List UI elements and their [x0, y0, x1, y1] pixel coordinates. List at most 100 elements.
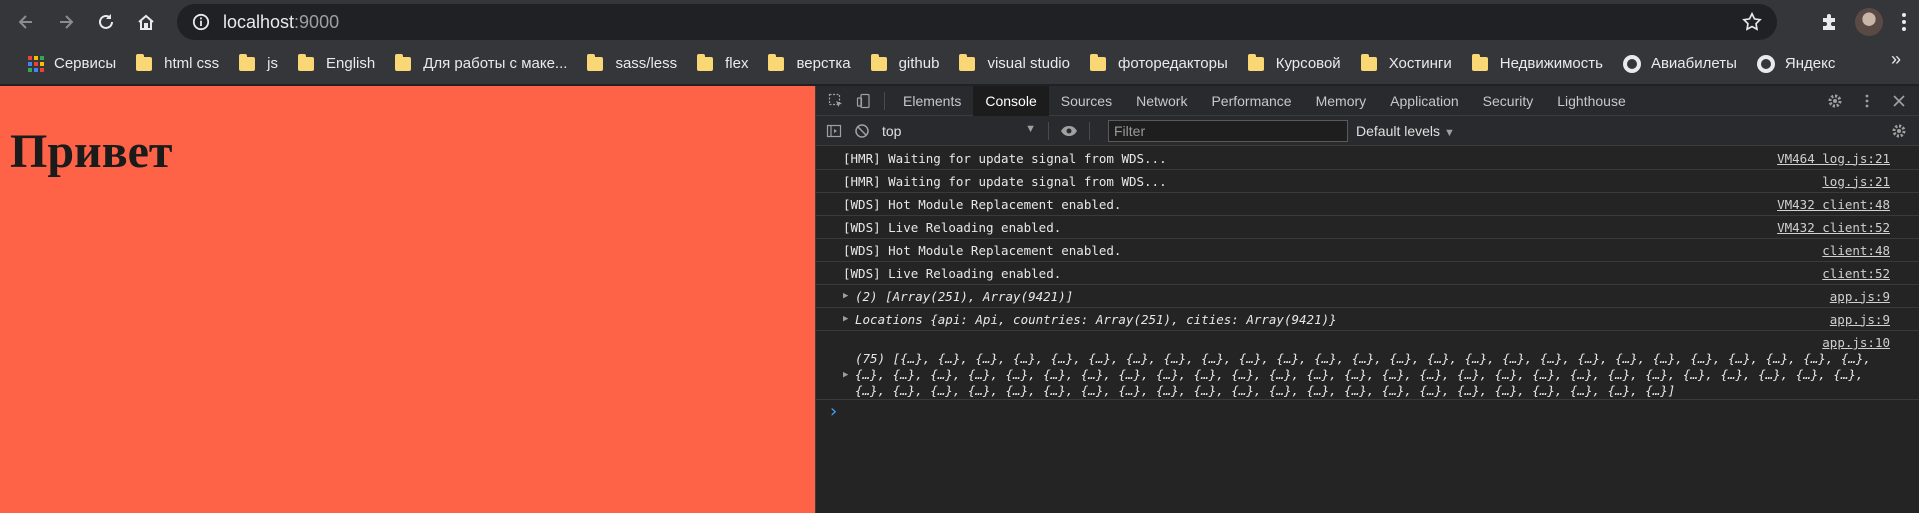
home-button[interactable]: [126, 2, 166, 42]
back-button[interactable]: [6, 2, 46, 42]
reload-icon: [99, 13, 113, 29]
folder-icon: [239, 53, 256, 71]
bookmark-item[interactable]: Для работы с маке...: [385, 49, 577, 79]
folder-icon: [1471, 53, 1488, 71]
log-levels-select[interactable]: Default levels ▼: [1356, 123, 1455, 139]
tab-application[interactable]: Application: [1378, 86, 1471, 116]
url-host: localhost: [223, 11, 295, 32]
console-prompt[interactable]: ›: [816, 400, 1919, 424]
bookmark-item[interactable]: github: [861, 49, 950, 79]
bookmark-label: Хостинги: [1388, 55, 1452, 72]
bookmark-item[interactable]: visual studio: [949, 49, 1080, 79]
console-source-link[interactable]: VM432 client:52: [1777, 220, 1890, 235]
console-source-link[interactable]: client:52: [1822, 266, 1890, 281]
tab-sources[interactable]: Sources: [1049, 86, 1124, 116]
folder-icon: [768, 53, 785, 71]
live-expression-eye-icon[interactable]: [1055, 116, 1083, 146]
folder-icon: [1089, 53, 1106, 71]
address-bar[interactable]: localhost:9000: [177, 4, 1777, 40]
console-message-text: [HMR] Waiting for update signal from WDS…: [843, 173, 1167, 189]
console-source-link[interactable]: VM432 client:48: [1777, 197, 1890, 212]
console-filter-input[interactable]: Filter: [1108, 119, 1348, 142]
devtools-close-icon[interactable]: [1885, 86, 1913, 116]
bookmark-star-icon[interactable]: [1741, 11, 1763, 33]
sidebar-toggle-icon[interactable]: [820, 116, 848, 146]
bookmark-item[interactable]: js: [229, 49, 288, 79]
expand-triangle-icon[interactable]: ▶: [843, 291, 848, 301]
bookmark-item[interactable]: Яндекс: [1747, 49, 1845, 79]
home-icon: [138, 14, 154, 30]
clear-console-icon[interactable]: [848, 116, 876, 146]
chrome-menu-icon[interactable]: [1889, 2, 1919, 42]
console-message: [WDS] Hot Module Replacement enabled. cli…: [816, 239, 1919, 262]
bookmark-item[interactable]: верстка: [758, 49, 860, 79]
expand-triangle-icon[interactable]: ▶: [843, 314, 848, 324]
console-source-link[interactable]: app.js:10: [1822, 335, 1890, 350]
tab-memory[interactable]: Memory: [1304, 86, 1379, 116]
console-message: [WDS] Live Reloading enabled. client:52: [816, 262, 1919, 285]
console-source-link[interactable]: app.js:9: [1830, 312, 1890, 327]
bookmark-item[interactable]: Курсовой: [1238, 49, 1351, 79]
folder-icon: [697, 53, 714, 71]
bookmark-label: visual studio: [987, 55, 1070, 72]
profile-avatar[interactable]: [1855, 7, 1883, 36]
console-message-text: [WDS] Hot Module Replacement enabled.: [843, 242, 1122, 258]
bookmark-item[interactable]: Сервисы: [18, 49, 126, 79]
folder-icon: [298, 53, 315, 71]
bookmark-item[interactable]: flex: [687, 49, 758, 79]
forward-button[interactable]: [46, 2, 86, 42]
console-message[interactable]: ▶ (2) [Array(251), Array(9421)] app.js:9: [816, 285, 1919, 308]
expand-triangle-icon[interactable]: ▶: [843, 370, 848, 380]
console-message: [WDS] Live Reloading enabled. VM432 clien…: [816, 216, 1919, 239]
context-value: top: [882, 122, 902, 139]
bookmark-item[interactable]: Хостинги: [1351, 49, 1462, 79]
console-message-text: [WDS] Hot Module Replacement enabled.: [843, 196, 1122, 212]
tab-performance[interactable]: Performance: [1199, 86, 1303, 116]
console-source-link[interactable]: client:48: [1822, 243, 1890, 258]
extensions-puzzle-icon[interactable]: [1809, 2, 1849, 42]
bookmark-label: Для работы с маке...: [423, 55, 568, 72]
bookmark-label: фоторедакторы: [1117, 55, 1228, 72]
arrow-right-icon: [60, 14, 74, 29]
url-text: localhost:9000: [223, 12, 339, 33]
folder-icon: [395, 53, 412, 71]
devtools-settings-gear-icon[interactable]: [1821, 86, 1849, 116]
console-source-link[interactable]: app.js:9: [1830, 289, 1890, 304]
tab-lighthouse[interactable]: Lighthouse: [1545, 86, 1638, 116]
bookmark-item[interactable]: sass/less: [577, 49, 687, 79]
console-settings-gear-icon[interactable]: [1885, 116, 1913, 146]
console-message-text: [HMR] Waiting for update signal from WDS…: [843, 150, 1167, 166]
tab-security[interactable]: Security: [1471, 86, 1546, 116]
bookmarks-more-button[interactable]: »: [1891, 49, 1901, 70]
bookmark-label: flex: [725, 55, 749, 72]
inspect-element-icon[interactable]: [822, 86, 850, 116]
console-message: [HMR] Waiting for update signal from WDS…: [816, 170, 1919, 193]
folder-icon: [1247, 53, 1264, 71]
bookmark-item[interactable]: English: [288, 49, 385, 79]
console-message[interactable]: ▶ Locations {api: Api, countries: Array(2…: [816, 308, 1919, 331]
context-select[interactable]: top ▼: [882, 123, 1042, 139]
console-filter-bar: top ▼ Filter Default levels ▼: [816, 116, 1919, 146]
reload-button[interactable]: [86, 2, 126, 42]
tab-elements[interactable]: Elements: [891, 86, 973, 116]
console-message-text: [WDS] Live Reloading enabled.: [843, 219, 1062, 235]
tab-network[interactable]: Network: [1124, 86, 1199, 116]
console-message[interactable]: ▶ (75) [{…}, {…}, {…}, {…}, {…}, {…}, {…}…: [816, 331, 1919, 400]
filter-divider: [1089, 121, 1090, 140]
console-message-text: [WDS] Live Reloading enabled.: [843, 265, 1062, 281]
bookmark-item[interactable]: фоторедакторы: [1080, 49, 1238, 79]
devtools-more-icon[interactable]: [1853, 86, 1881, 116]
tab-console[interactable]: Console: [973, 85, 1049, 116]
console-source-link[interactable]: log.js:21: [1822, 174, 1890, 189]
bookmark-item[interactable]: Авиабилеты: [1613, 49, 1747, 79]
arrow-left-icon: [18, 14, 32, 29]
console-message-text: Locations {api: Api, countries: Array(25…: [855, 311, 1337, 327]
console-source-link[interactable]: VM464 log.js:21: [1777, 151, 1890, 166]
bookmarks-bar: Сервисы html css js English Для работы с мак…: [0, 43, 1919, 85]
device-toolbar-icon[interactable]: [850, 86, 878, 116]
bookmark-item[interactable]: html css: [126, 49, 229, 79]
console-messages: [HMR] Waiting for update signal from WDS…: [816, 147, 1919, 424]
folder-icon: [136, 53, 153, 71]
bookmark-item[interactable]: Недвижимость: [1462, 49, 1613, 79]
info-icon[interactable]: [191, 12, 211, 32]
